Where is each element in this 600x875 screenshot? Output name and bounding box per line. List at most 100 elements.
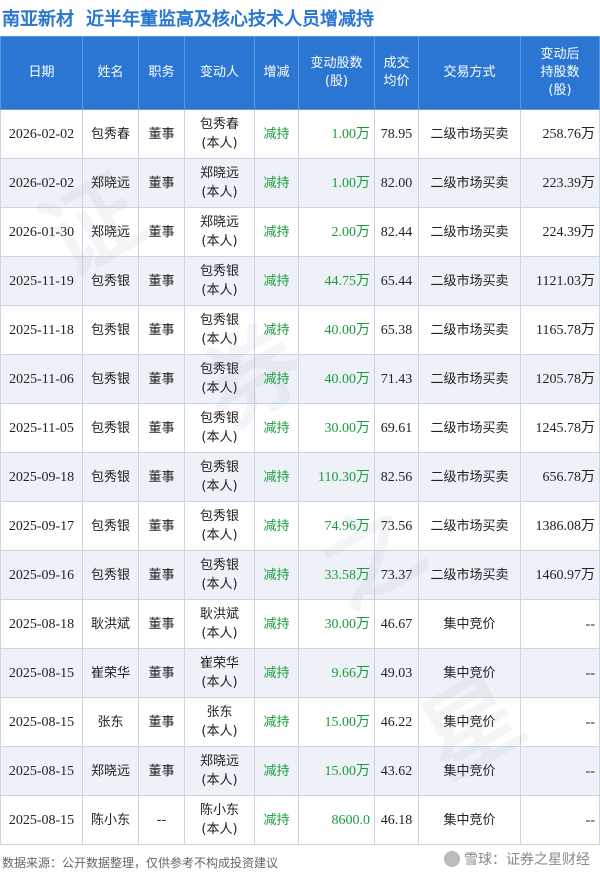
table-cell: 2026-01-30: [0, 207, 83, 257]
table-cell: 1.00万: [298, 109, 375, 159]
table-cell: 65.44: [374, 256, 419, 306]
table-cell: 耿洪斌: [82, 599, 139, 649]
table-cell: 二级市场买卖: [418, 158, 521, 208]
table-cell: 82.56: [374, 452, 419, 502]
table-cell: 包秀银: [82, 501, 139, 551]
column-header: 日期: [0, 36, 83, 110]
table-cell: 张东 (本人): [184, 697, 255, 747]
table-cell: 减持: [254, 158, 299, 208]
table-cell: 董事: [138, 354, 185, 404]
table-cell: 包秀银 (本人): [184, 501, 255, 551]
table-cell: 224.39万: [520, 207, 600, 257]
table-cell: 46.22: [374, 697, 419, 747]
table-cell: 包秀银: [82, 550, 139, 600]
table-cell: 71.43: [374, 354, 419, 404]
table-cell: 46.67: [374, 599, 419, 649]
table-cell: 30.00万: [298, 599, 375, 649]
table-cell: 40.00万: [298, 354, 375, 404]
table-cell: 2025-09-16: [0, 550, 83, 600]
table-cell: 包秀银 (本人): [184, 354, 255, 404]
table-cell: 董事: [138, 697, 185, 747]
column-header: 变动股数 (股): [298, 36, 375, 110]
table-row: 2025-09-18 包秀银 董事 包秀银 (本人) 减持 110.30万 82.56 二级市…: [0, 452, 600, 502]
table-cell: 2025-08-15: [0, 746, 83, 796]
table-cell: --: [520, 599, 600, 649]
company-name: 南亚新材: [2, 9, 74, 30]
table-cell: 减持: [254, 403, 299, 453]
brand-logo: 雪球：证券之星财经: [444, 849, 590, 869]
table-cell: 2025-08-18: [0, 599, 83, 649]
table-cell: 包秀银 (本人): [184, 452, 255, 502]
table-cell: 董事: [138, 452, 185, 502]
table-cell: 减持: [254, 452, 299, 502]
table-cell: 包秀银 (本人): [184, 550, 255, 600]
table-row: 2025-08-15 崔荣华 董事 崔荣华 (本人) 减持 9.66万 49.03 集中竞价 -…: [0, 648, 600, 698]
table-cell: 69.61: [374, 403, 419, 453]
table-cell: 减持: [254, 109, 299, 159]
table-cell: 1386.08万: [520, 501, 600, 551]
table-cell: 减持: [254, 746, 299, 796]
table-cell: 2025-08-15: [0, 795, 83, 845]
table-cell: --: [520, 795, 600, 845]
table-row: 2025-11-05 包秀银 董事 包秀银 (本人) 减持 30.00万 69.61 二级市场…: [0, 403, 600, 453]
table-cell: 集中竞价: [418, 746, 521, 796]
holdings-change-table: 日期 姓名 职务 变动人 增减 变动股数 (股) 成交 均价 交易方式 变动后 持股数 (股) …: [0, 36, 600, 845]
table-cell: 65.38: [374, 305, 419, 355]
table-cell: 2026-02-02: [0, 158, 83, 208]
table-cell: 集中竞价: [418, 599, 521, 649]
column-header: 交易方式: [418, 36, 521, 110]
table-cell: 董事: [138, 403, 185, 453]
table-row: 2026-01-30 郑晓远 董事 郑晓远 (本人) 减持 2.00万 82.44 二级市场买…: [0, 207, 600, 257]
table-cell: 包秀春 (本人): [184, 109, 255, 159]
table-cell: 包秀银 (本人): [184, 305, 255, 355]
table-cell: 二级市场买卖: [418, 403, 521, 453]
column-header: 变动人: [184, 36, 255, 110]
table-cell: 集中竞价: [418, 795, 521, 845]
table-cell: 减持: [254, 354, 299, 404]
table-cell: 73.37: [374, 550, 419, 600]
table-cell: 73.56: [374, 501, 419, 551]
table-cell: 减持: [254, 207, 299, 257]
table-cell: 110.30万: [298, 452, 375, 502]
table-cell: 82.00: [374, 158, 419, 208]
report-subtitle: 近半年董监高及核心技术人员增减持: [86, 9, 374, 30]
table-cell: 二级市场买卖: [418, 452, 521, 502]
table-cell: 董事: [138, 109, 185, 159]
table-cell: 223.39万: [520, 158, 600, 208]
table-cell: 2025-09-18: [0, 452, 83, 502]
table-cell: --: [138, 795, 185, 845]
table-cell: 2025-09-17: [0, 501, 83, 551]
table-cell: 30.00万: [298, 403, 375, 453]
table-cell: 减持: [254, 648, 299, 698]
table-cell: 减持: [254, 599, 299, 649]
table-cell: 2025-08-15: [0, 648, 83, 698]
table-cell: 崔荣华: [82, 648, 139, 698]
table-cell: 1.00万: [298, 158, 375, 208]
table-cell: --: [520, 697, 600, 747]
table-cell: 78.95: [374, 109, 419, 159]
table-cell: 减持: [254, 305, 299, 355]
column-header: 增减: [254, 36, 299, 110]
column-header: 职务: [138, 36, 185, 110]
table-row: 2025-09-16 包秀银 董事 包秀银 (本人) 减持 33.58万 73.37 二级市场…: [0, 550, 600, 600]
column-header: 变动后 持股数 (股): [520, 36, 600, 110]
table-row: 2025-08-15 张东 董事 张东 (本人) 减持 15.00万 46.22 集中竞价 --: [0, 697, 600, 747]
table-cell: --: [520, 648, 600, 698]
table-cell: 2025-11-05: [0, 403, 83, 453]
table-cell: 董事: [138, 599, 185, 649]
table-cell: 74.96万: [298, 501, 375, 551]
table-cell: 减持: [254, 256, 299, 306]
table-cell: 二级市场买卖: [418, 256, 521, 306]
table-cell: 2025-11-18: [0, 305, 83, 355]
table-row: 2025-11-19 包秀银 董事 包秀银 (本人) 减持 44.75万 65.44 二级市场…: [0, 256, 600, 306]
table-cell: 2025-11-19: [0, 256, 83, 306]
table-cell: --: [520, 746, 600, 796]
table-cell: 8600.0: [298, 795, 375, 845]
table-cell: 包秀春: [82, 109, 139, 159]
table-row: 2025-09-17 包秀银 董事 包秀银 (本人) 减持 74.96万 73.56 二级市场…: [0, 501, 600, 551]
table-cell: 1165.78万: [520, 305, 600, 355]
column-header: 成交 均价: [374, 36, 419, 110]
table-cell: 包秀银: [82, 305, 139, 355]
table-cell: 陈小东 (本人): [184, 795, 255, 845]
table-cell: 董事: [138, 746, 185, 796]
